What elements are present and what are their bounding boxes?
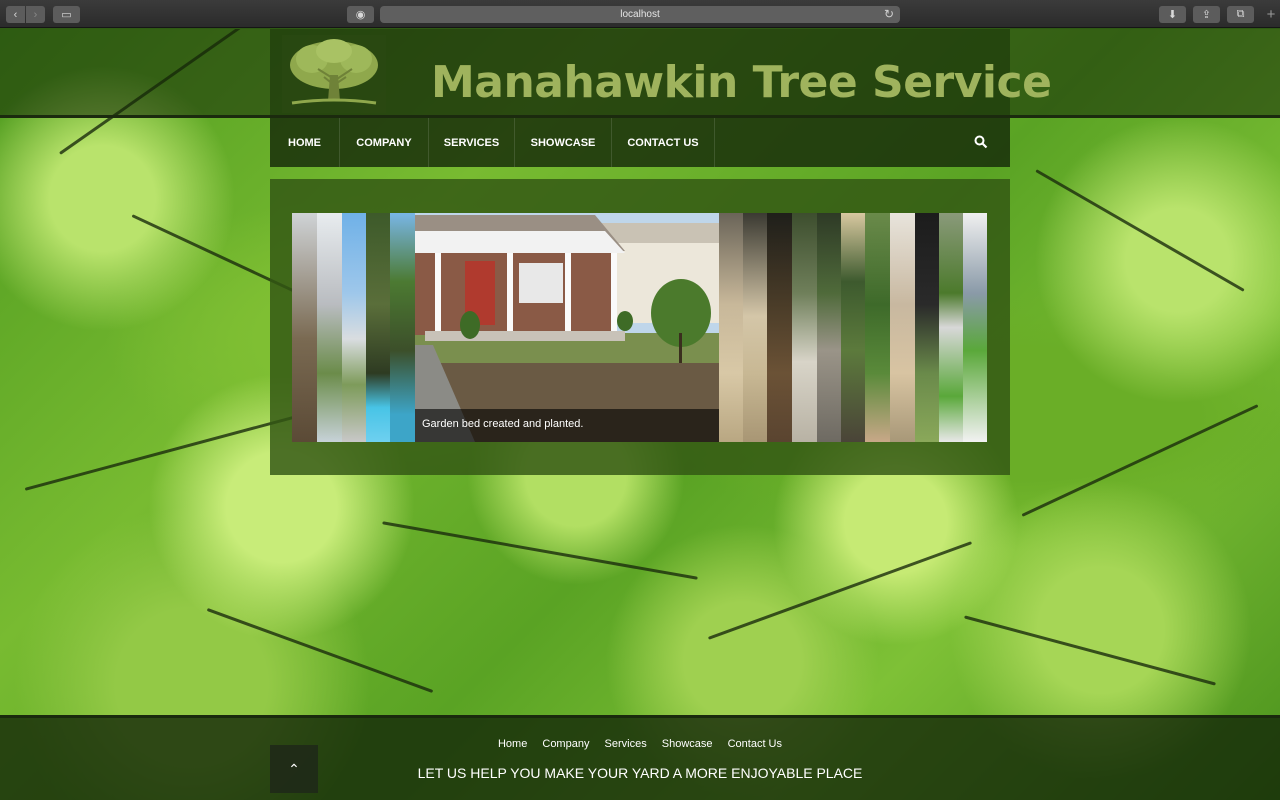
site-title[interactable]: Manahawkin Tree Service: [431, 57, 1052, 108]
nav-services[interactable]: SERVICES: [429, 118, 515, 167]
slide-thumb[interactable]: [317, 213, 342, 442]
branch-decoration: [964, 615, 1216, 686]
image-slider[interactable]: Garden bed created and planted.: [292, 213, 987, 442]
branch-decoration: [1021, 404, 1259, 517]
slide-thumb[interactable]: [292, 213, 317, 442]
back-button[interactable]: ‹: [6, 6, 25, 23]
main-nav: HOME COMPANY SERVICES SHOWCASE CONTACT U…: [270, 118, 1010, 167]
slide-thumb[interactable]: [915, 213, 939, 442]
slide-thumb[interactable]: [939, 213, 963, 442]
branch-decoration: [1035, 169, 1245, 292]
nav-home[interactable]: HOME: [270, 118, 340, 167]
reader-icon[interactable]: ◉: [347, 6, 374, 23]
footer-link-services[interactable]: Services: [605, 738, 647, 750]
branch-decoration: [206, 608, 434, 693]
download-icon[interactable]: ⬇: [1159, 6, 1186, 23]
slide-thumb[interactable]: [390, 213, 415, 442]
slide-thumb[interactable]: [719, 213, 743, 442]
footer-tagline: LET US HELP YOU MAKE YOUR YARD A MORE EN…: [417, 765, 863, 781]
house-garden-photo: [415, 213, 719, 442]
forward-button[interactable]: ›: [26, 6, 45, 23]
sidebar-toggle-icon[interactable]: ▭: [53, 6, 80, 23]
footer-link-contact-us[interactable]: Contact Us: [728, 738, 782, 750]
reload-icon[interactable]: ↻: [884, 7, 894, 21]
branch-decoration: [707, 541, 973, 640]
slide-thumb[interactable]: [865, 213, 890, 442]
footer-nav: Home Company Services Showcase Contact U…: [0, 738, 1280, 750]
new-tab-icon[interactable]: +: [1262, 6, 1280, 23]
search-icon[interactable]: [974, 135, 988, 149]
slide-thumb[interactable]: [841, 213, 865, 442]
slide-thumb[interactable]: [342, 213, 366, 442]
tree-logo-icon[interactable]: [282, 35, 386, 113]
footer-link-company[interactable]: Company: [542, 738, 589, 750]
slide-thumb[interactable]: [890, 213, 915, 442]
slide-thumb[interactable]: [792, 213, 817, 442]
slide-thumb[interactable]: [817, 213, 841, 442]
slide-main-image[interactable]: [415, 213, 719, 442]
share-icon[interactable]: ⇪: [1193, 6, 1220, 23]
browser-toolbar: ‹ › ▭ ◉ localhost ↻ ⬇ ⇪ ⧉ +: [0, 0, 1280, 28]
tabs-overview-icon[interactable]: ⧉: [1227, 6, 1254, 23]
slide-thumb[interactable]: [963, 213, 987, 442]
address-bar[interactable]: localhost ↻: [380, 6, 900, 23]
slide-thumb[interactable]: [743, 213, 767, 442]
nav-company[interactable]: COMPANY: [340, 118, 429, 167]
url-text: localhost: [620, 9, 660, 20]
slide-thumb[interactable]: [366, 213, 390, 442]
nav-showcase[interactable]: SHOWCASE: [515, 118, 612, 167]
nav-contact-us[interactable]: CONTACT US: [612, 118, 715, 167]
slide-thumb[interactable]: [767, 213, 792, 442]
footer-link-home[interactable]: Home: [498, 738, 527, 750]
footer-link-showcase[interactable]: Showcase: [662, 738, 713, 750]
slide-caption: Garden bed created and planted.: [415, 409, 719, 442]
branch-decoration: [382, 521, 698, 580]
page-background: Manahawkin Tree Service HOME COMPANY SER…: [0, 29, 1280, 800]
footer: ⌃ Home Company Services Showcase Contact…: [0, 718, 1280, 800]
